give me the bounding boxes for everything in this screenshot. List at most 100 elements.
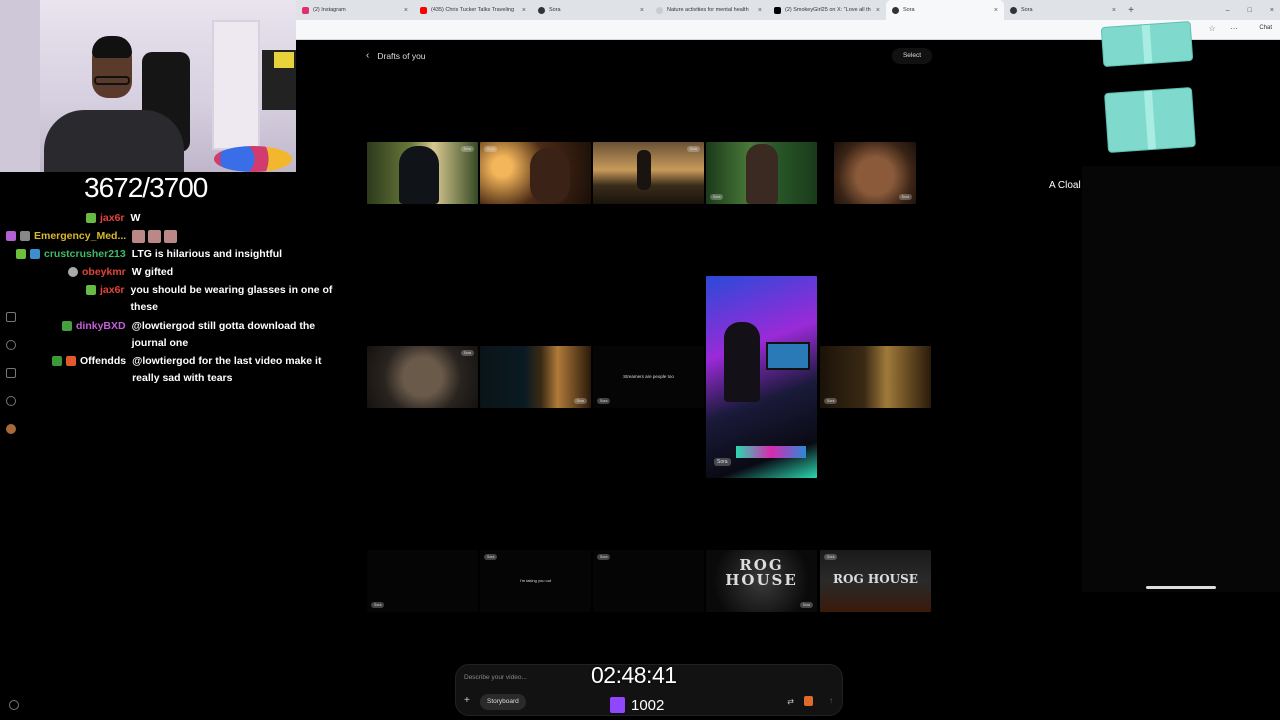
chat-message: dinkyBXD @lowtiergod still gotta downloa… <box>62 318 336 352</box>
chat-text: W gifted <box>131 266 174 278</box>
chat-text: LTG is hilarious and insightful <box>131 248 283 260</box>
select-button[interactable]: Select <box>892 48 932 64</box>
video-card[interactable]: I'm taking you out Sora <box>480 550 591 612</box>
chat-badge-icon <box>6 231 16 241</box>
submit-arrow-icon[interactable]: ↑ <box>829 696 833 705</box>
chat-badge-icon <box>62 321 72 331</box>
chat-username[interactable]: Emergency_Med... <box>34 228 126 245</box>
video-card[interactable]: Sora <box>480 142 591 204</box>
chat-username[interactable]: jax6r <box>100 282 125 299</box>
new-tab-button[interactable]: + <box>1122 5 1140 16</box>
sora-watermark: Sora <box>484 146 498 152</box>
chat-username[interactable]: jax6r <box>100 210 125 227</box>
sora-watermark: Sora <box>460 146 474 152</box>
video-card[interactable]: Sora <box>480 346 591 408</box>
x-logo-icon <box>774 6 781 14</box>
video-card[interactable]: Sora <box>834 142 916 204</box>
storyboard-button[interactable]: Storyboard <box>480 694 526 710</box>
close-tab-icon[interactable]: × <box>522 7 526 14</box>
home-icon[interactable] <box>6 312 16 322</box>
person-figure <box>724 322 760 402</box>
tab-label: Sora <box>549 7 561 13</box>
chat-username[interactable]: Offendds <box>80 353 126 370</box>
close-tab-icon[interactable]: × <box>758 7 762 14</box>
chat-username[interactable]: obeykmr <box>82 264 126 281</box>
chat-username[interactable]: crustcrusher213 <box>44 246 126 263</box>
chat-badge-icon <box>52 356 62 366</box>
rog-house-title: ROG HOUSE <box>725 556 798 589</box>
youtube-icon <box>420 6 427 14</box>
video-card[interactable]: Sora <box>367 550 478 612</box>
chat-badge-icon <box>68 267 78 277</box>
cushion <box>214 146 292 172</box>
browser-tab-nature[interactable]: Nature activities for mental health × <box>650 0 768 20</box>
sora-watermark: Sora <box>710 194 724 200</box>
close-tab-icon[interactable]: × <box>640 7 644 14</box>
window-controls: – □ × <box>1226 0 1274 20</box>
instagram-icon <box>302 6 309 14</box>
video-card[interactable]: ROG HOUSE Sora <box>820 550 931 612</box>
sora-watermark: Sora <box>371 602 385 608</box>
close-tab-icon[interactable]: × <box>404 7 408 14</box>
back-button[interactable]: ‹ Drafts of you <box>366 50 426 61</box>
chat-badge-icon <box>16 249 26 259</box>
sora-watermark: Sora <box>898 194 912 200</box>
toolbar-icons[interactable]: ☆ ⋯ <box>1209 24 1244 33</box>
gift-icon[interactable] <box>804 696 813 706</box>
chat-emotes <box>132 228 180 245</box>
browser-tab-sora-active[interactable]: Sora × <box>886 0 1004 20</box>
video-card[interactable]: ROG HOUSE Sora <box>706 550 817 612</box>
chat-text: @lowtiergod still gotta download the jou… <box>131 320 316 349</box>
sora-watermark: Sora <box>714 458 731 466</box>
video-card[interactable]: Sora <box>820 346 931 408</box>
avatar[interactable] <box>6 424 16 434</box>
add-media-button[interactable]: + <box>464 695 470 706</box>
chat-username[interactable]: dinkyBXD <box>76 318 126 335</box>
settings-sliders-icon[interactable]: ⇄ <box>787 697 794 706</box>
chat-message: jax6r W <box>86 210 140 227</box>
viewer-count: 1002 <box>631 697 665 714</box>
video-card[interactable]: Sora <box>367 346 478 408</box>
page-title: Drafts of you <box>377 50 426 61</box>
browser-tab-x[interactable]: (2) SmokeyGirl25 on X: "Love all th × <box>768 0 886 20</box>
chat-badge-icon <box>86 285 96 295</box>
browser-tab-youtube[interactable]: (435) Chris Tucker Talks Traveling × <box>414 0 532 20</box>
chat-message: Offendds @lowtiergod for the last video … <box>52 353 336 387</box>
chat-badge-icon <box>66 356 76 366</box>
video-card-tall[interactable]: Sora <box>706 276 817 478</box>
video-card[interactable]: Sora <box>593 550 704 612</box>
chat-button[interactable]: Chat <box>1259 25 1272 31</box>
maximize-button[interactable]: □ <box>1248 7 1252 14</box>
browser-tab-sora-1[interactable]: Sora × <box>532 0 650 20</box>
bell-icon[interactable] <box>6 396 16 406</box>
video-card[interactable]: Sora <box>706 142 817 204</box>
sora-watermark: Sora <box>573 398 587 404</box>
emote-icon <box>148 229 162 243</box>
search-icon[interactable] <box>6 340 16 350</box>
chat-message: jax6r you should be wearing glasses in o… <box>86 282 336 316</box>
settings-icon[interactable] <box>9 700 19 710</box>
browser-tab-instagram[interactable]: (2) Instagram × <box>296 0 414 20</box>
video-card[interactable]: Streamers are people too Sora <box>593 346 704 408</box>
chat-badge-icon <box>86 213 96 223</box>
chat-text: @lowtiergod for the last video make it r… <box>132 355 322 384</box>
chat-badge-icon <box>20 231 30 241</box>
browser-tab-sora-3[interactable]: Sora × <box>1004 0 1122 20</box>
streamer-hair <box>92 36 132 58</box>
emote-icon <box>132 229 146 243</box>
prompt-input[interactable]: Describe your video... <box>464 674 527 681</box>
video-card[interactable]: Sora <box>593 142 704 204</box>
close-tab-icon[interactable]: × <box>1112 7 1116 14</box>
close-window-button[interactable]: × <box>1270 7 1274 14</box>
person-figure <box>530 148 570 204</box>
close-tab-icon[interactable]: × <box>994 7 998 14</box>
video-card[interactable]: Sora <box>367 142 478 204</box>
monitor <box>766 342 810 370</box>
tab-label: Nature activities for mental health <box>667 7 749 13</box>
close-tab-icon[interactable]: × <box>876 7 880 14</box>
chat-message: crustcrusher213 LTG is hilarious and ins… <box>16 246 282 263</box>
trophy-icon[interactable] <box>6 368 16 378</box>
minimize-button[interactable]: – <box>1226 7 1230 14</box>
sora-watermark: Sora <box>824 554 838 560</box>
gift-box-icon <box>1104 87 1196 153</box>
